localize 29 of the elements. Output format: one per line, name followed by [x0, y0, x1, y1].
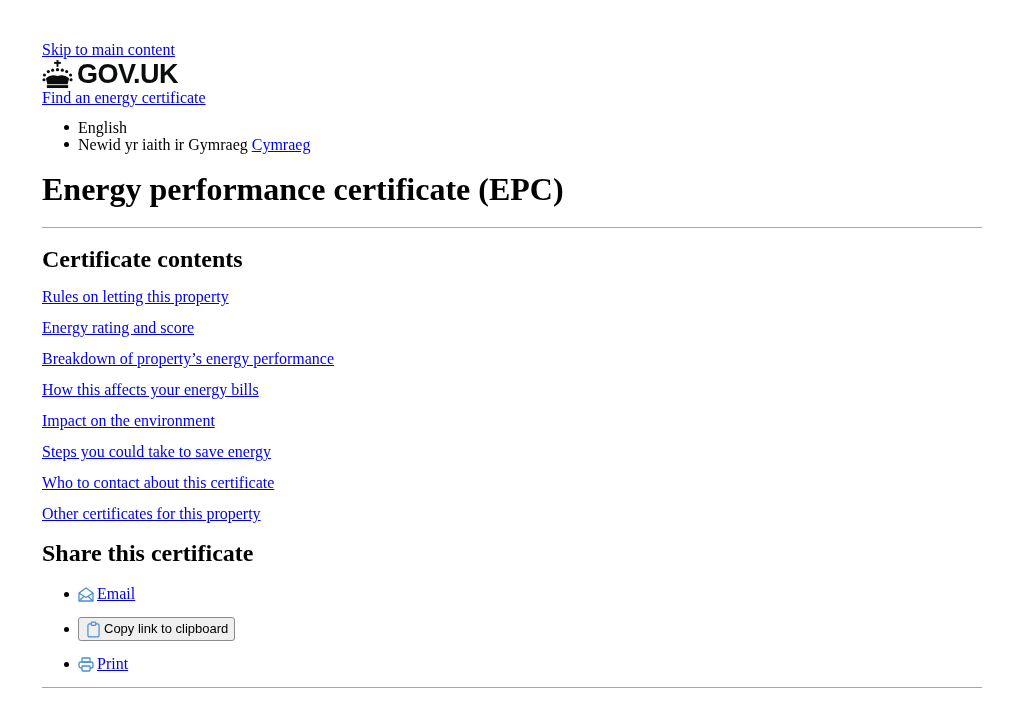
bullet-icon	[64, 591, 69, 597]
crown-icon	[42, 59, 73, 89]
bullet-icon	[64, 661, 69, 667]
bullet-icon	[64, 142, 69, 147]
bullet-icon	[64, 125, 69, 130]
copy-link-button[interactable]: Copy link to clipboard	[78, 617, 236, 641]
contents-link[interactable]: Breakdown of property’s energy performance	[42, 350, 335, 368]
email-link[interactable]: Email	[78, 582, 136, 606]
contents-link[interactable]: Rules on letting this property	[42, 288, 229, 306]
language-switch-label: Newid yr iaith ir Gymraeg	[78, 136, 248, 153]
current-language: English	[78, 119, 127, 136]
bullet-icon	[64, 626, 69, 632]
govuk-logo-link[interactable]: GOV.UK	[42, 59, 179, 89]
page-title: Energy performance certificate (EPC)	[42, 171, 564, 208]
contents-link[interactable]: How this affects your energy bills	[42, 381, 259, 399]
section-heading: Certificate contents	[42, 245, 243, 273]
section-heading: Share this certificate	[42, 539, 254, 567]
contents-link[interactable]: Steps you could take to save energy	[42, 443, 271, 461]
envelope-icon	[78, 586, 94, 602]
contents-link[interactable]: Other certificates for this property	[42, 505, 261, 523]
contents-link[interactable]: Who to contact about this certificate	[42, 474, 275, 492]
printer-icon	[78, 656, 94, 672]
contents-link[interactable]: Energy rating and score	[42, 319, 195, 337]
clipboard-icon	[87, 620, 100, 638]
skip-link[interactable]: Skip to main content	[42, 41, 175, 59]
language-link[interactable]: Cymraeg	[251, 136, 311, 153]
contents-link[interactable]: Impact on the environment	[42, 412, 215, 430]
print-link[interactable]: Print	[78, 652, 129, 676]
service-link[interactable]: Find an energy certificate	[42, 89, 206, 107]
